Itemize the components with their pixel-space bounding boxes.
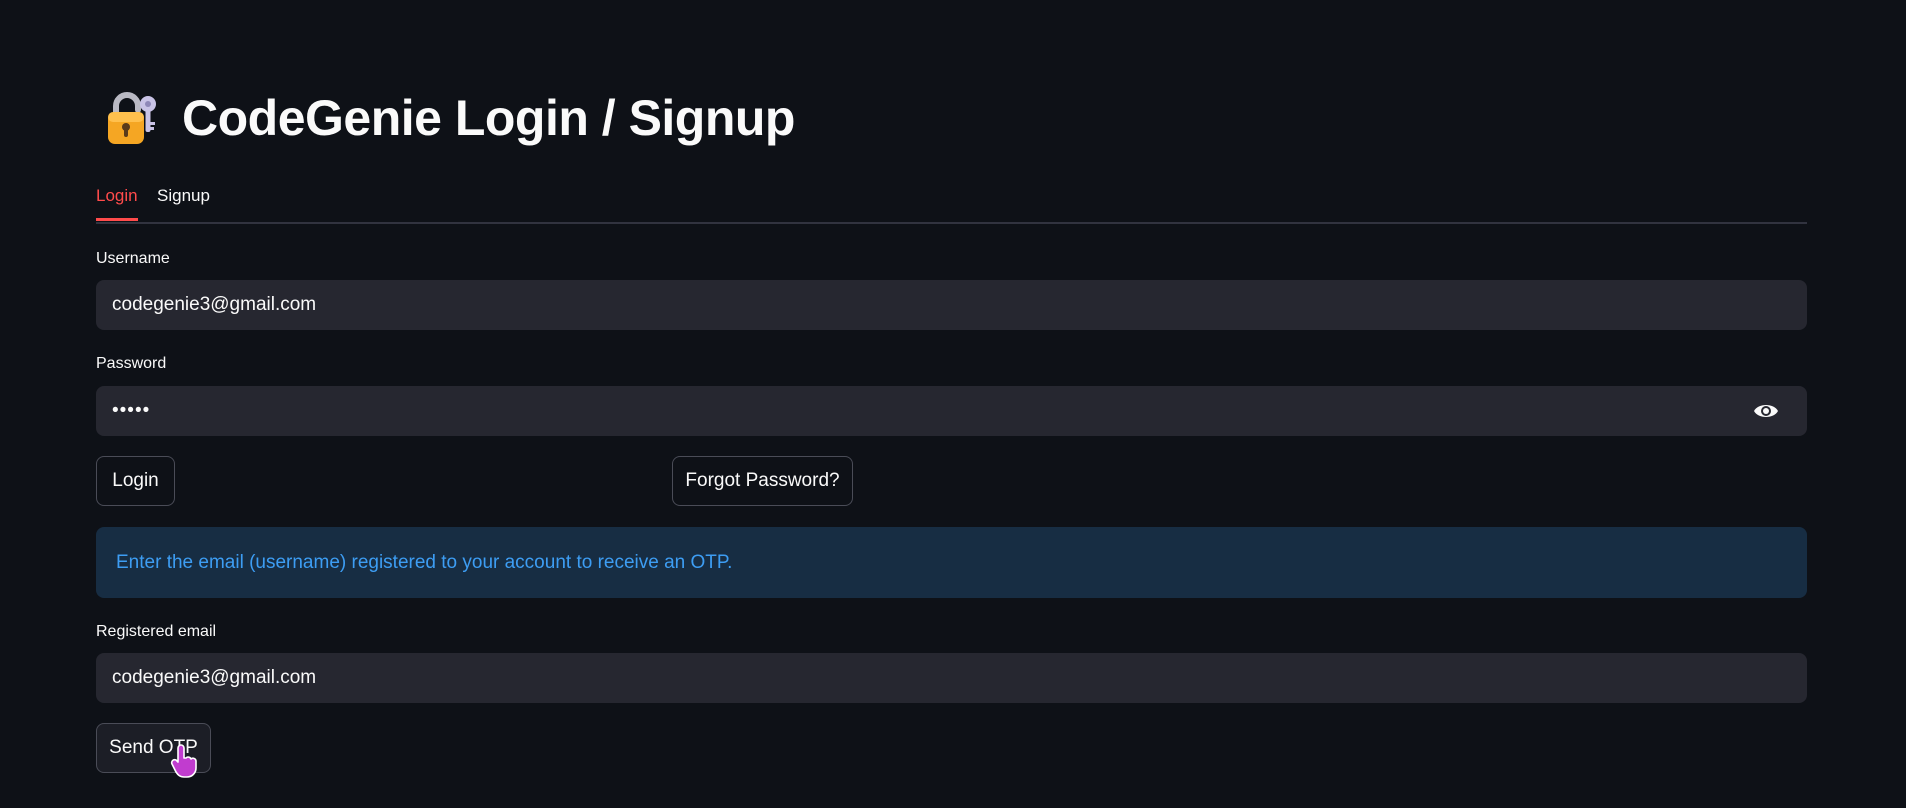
title-row: CodeGenie Login / Signup xyxy=(106,88,795,148)
username-input[interactable]: codegenie3@gmail.com xyxy=(96,280,1807,330)
password-value: ••••• xyxy=(112,400,151,421)
page-title: CodeGenie Login / Signup xyxy=(182,90,795,146)
password-label: Password xyxy=(96,355,167,372)
forgot-password-button[interactable]: Forgot Password? xyxy=(672,456,853,506)
info-text: Enter the email (username) registered to… xyxy=(116,551,733,573)
info-alert: Enter the email (username) registered to… xyxy=(96,527,1807,598)
registered-email-label: Registered email xyxy=(96,623,217,640)
registered-email-input[interactable]: codegenie3@gmail.com xyxy=(96,653,1807,703)
tab-login[interactable]: Login xyxy=(96,186,138,221)
tab-bar: Login Signup xyxy=(96,182,1807,224)
username-label: Username xyxy=(96,250,170,267)
send-otp-button[interactable]: Send OTP xyxy=(96,723,211,773)
tab-signup[interactable]: Signup xyxy=(157,186,210,218)
eye-icon[interactable] xyxy=(1753,399,1779,423)
main-container: CodeGenie Login / Signup Login Signup Us… xyxy=(96,0,1807,808)
lock-with-key-icon xyxy=(106,90,158,146)
login-button[interactable]: Login xyxy=(96,456,175,506)
password-input[interactable]: ••••• xyxy=(96,386,1807,436)
